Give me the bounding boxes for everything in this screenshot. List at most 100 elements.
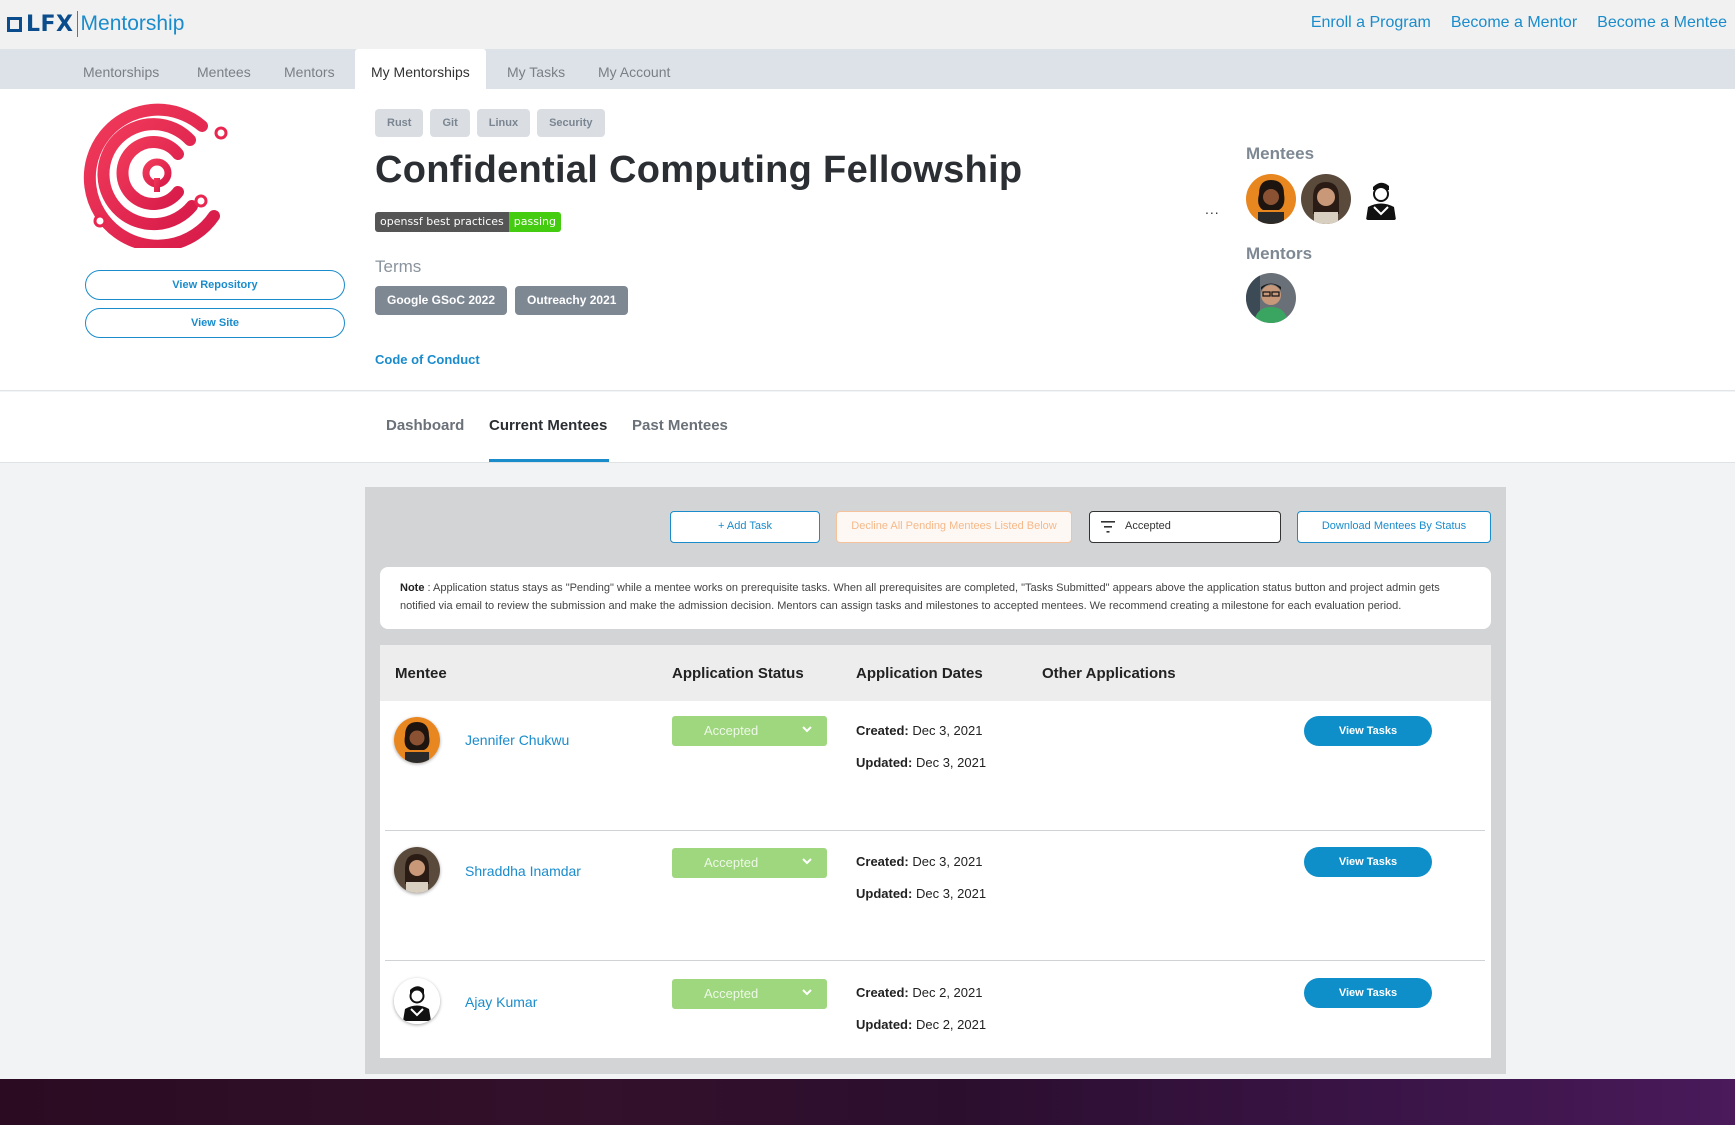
chevron-down-icon bbox=[802, 858, 812, 865]
updated-value: Dec 2, 2021 bbox=[915, 1017, 987, 1032]
avatar[interactable] bbox=[1356, 174, 1406, 224]
mentee-name-link[interactable]: Ajay Kumar bbox=[465, 994, 537, 1010]
created-value: Dec 3, 2021 bbox=[912, 723, 983, 738]
created-label: Created: bbox=[856, 854, 909, 869]
more-options-icon[interactable]: ... bbox=[1205, 201, 1220, 217]
status-value: Accepted bbox=[704, 986, 759, 1001]
badge-status: passing bbox=[508, 212, 561, 232]
decline-all-pending-button[interactable]: Decline All Pending Mentees Listed Below bbox=[836, 511, 1072, 543]
view-site-button[interactable]: View Site bbox=[85, 308, 345, 338]
tab-mentees[interactable]: Mentees bbox=[181, 49, 267, 89]
avatar[interactable] bbox=[1301, 174, 1351, 224]
lfx-logo: LFX bbox=[7, 12, 74, 37]
created-value: Dec 2, 2021 bbox=[912, 985, 983, 1000]
header-mentee: Mentee bbox=[395, 665, 447, 682]
application-status-note: Note : Application status stays as "Pend… bbox=[380, 567, 1491, 629]
add-task-button[interactable]: + Add Task bbox=[670, 511, 820, 543]
lfx-mentorship-logo[interactable]: LFX Mentorship bbox=[7, 11, 184, 37]
updated-label: Updated: bbox=[856, 755, 913, 770]
tag-linux: Linux bbox=[476, 109, 531, 137]
openssf-badge[interactable]: openssf best practices passing bbox=[375, 212, 561, 232]
view-tasks-button[interactable]: View Tasks bbox=[1304, 978, 1432, 1008]
mentees-table: Mentee Application Status Application Da… bbox=[380, 645, 1491, 1058]
created-label: Created: bbox=[856, 723, 909, 738]
application-status-dropdown[interactable]: Accepted bbox=[672, 716, 827, 746]
avatar[interactable] bbox=[394, 717, 440, 763]
updated-date: Updated: Dec 3, 2021 bbox=[856, 886, 986, 901]
main-nav: Mentorships Mentees Mentors My Mentorshi… bbox=[0, 49, 1735, 89]
filter-value: Accepted bbox=[1125, 520, 1171, 532]
project-subtabs: Dashboard Current Mentees Past Mentees bbox=[0, 392, 1735, 463]
created-date: Created: Dec 3, 2021 bbox=[856, 723, 982, 738]
logo-divider bbox=[76, 11, 78, 37]
tab-dashboard[interactable]: Dashboard bbox=[386, 417, 464, 434]
top-bar: LFX Mentorship Enroll a Program Become a… bbox=[0, 0, 1735, 49]
project-header: View Repository View Site Rust Git Linux… bbox=[0, 89, 1735, 391]
code-of-conduct-link[interactable]: Code of Conduct bbox=[375, 352, 480, 367]
download-mentees-button[interactable]: Download Mentees By Status bbox=[1297, 511, 1491, 543]
tab-mentors[interactable]: Mentors bbox=[268, 49, 351, 89]
mentees-heading: Mentees bbox=[1246, 144, 1315, 163]
mentees-panel: + Add Task Decline All Pending Mentees L… bbox=[365, 487, 1506, 1074]
updated-date: Updated: Dec 2, 2021 bbox=[856, 1017, 986, 1032]
view-tasks-button[interactable]: View Tasks bbox=[1304, 847, 1432, 877]
updated-date: Updated: Dec 3, 2021 bbox=[856, 755, 986, 770]
avatar[interactable] bbox=[1246, 174, 1296, 224]
logo-product-name: Mentorship bbox=[80, 12, 185, 35]
application-status-dropdown[interactable]: Accepted bbox=[672, 848, 827, 878]
mentee-name-link[interactable]: Shraddha Inamdar bbox=[465, 863, 581, 879]
tab-my-account[interactable]: My Account bbox=[582, 49, 686, 89]
filter-icon bbox=[1101, 521, 1115, 533]
tab-my-mentorships[interactable]: My Mentorships bbox=[355, 49, 486, 89]
view-tasks-button[interactable]: View Tasks bbox=[1304, 716, 1432, 746]
become-mentor-link[interactable]: Become a Mentor bbox=[1451, 14, 1577, 32]
badge-label: openssf best practices bbox=[375, 212, 509, 232]
term-gsoc-2022[interactable]: Google GSoC 2022 bbox=[375, 286, 508, 315]
tab-current-mentees[interactable]: Current Mentees bbox=[489, 417, 607, 434]
status-value: Accepted bbox=[704, 723, 759, 738]
table-row: Jennifer Chukwu Accepted Created: Dec 3,… bbox=[380, 701, 1491, 831]
mentee-avatars bbox=[1246, 174, 1406, 224]
table-row: Ajay Kumar Accepted Created: Dec 2, 2021… bbox=[380, 961, 1491, 1091]
header-application-dates: Application Dates bbox=[856, 665, 983, 682]
tab-mentorships[interactable]: Mentorships bbox=[67, 49, 175, 89]
avatar[interactable] bbox=[394, 847, 440, 893]
created-value: Dec 3, 2021 bbox=[912, 854, 983, 869]
header-other-applications: Other Applications bbox=[1042, 665, 1176, 682]
page-footer bbox=[0, 1079, 1735, 1125]
enroll-program-link[interactable]: Enroll a Program bbox=[1311, 14, 1431, 32]
status-filter-select[interactable]: Accepted bbox=[1089, 511, 1281, 543]
updated-label: Updated: bbox=[856, 1017, 913, 1032]
status-value: Accepted bbox=[704, 855, 759, 870]
terms-list: Google GSoC 2022 Outreachy 2021 bbox=[375, 286, 629, 315]
tag-security: Security bbox=[537, 109, 605, 137]
terms-heading: Terms bbox=[375, 257, 422, 276]
tag-git: Git bbox=[430, 109, 470, 137]
project-title: Confidential Computing Fellowship bbox=[375, 149, 1023, 191]
header-application-status: Application Status bbox=[672, 665, 804, 682]
avatar[interactable] bbox=[394, 978, 440, 1024]
note-text: : Application status stays as "Pending" … bbox=[400, 582, 1440, 612]
note-label: Note bbox=[400, 582, 425, 594]
created-date: Created: Dec 3, 2021 bbox=[856, 854, 982, 869]
mentor-avatars bbox=[1246, 273, 1296, 323]
avatar[interactable] bbox=[1246, 273, 1296, 323]
mentors-heading: Mentors bbox=[1246, 244, 1313, 263]
mentee-name-link[interactable]: Jennifer Chukwu bbox=[465, 732, 569, 748]
chevron-down-icon bbox=[802, 726, 812, 733]
updated-value: Dec 3, 2021 bbox=[915, 886, 987, 901]
term-outreachy-2021[interactable]: Outreachy 2021 bbox=[515, 286, 629, 315]
application-status-dropdown[interactable]: Accepted bbox=[672, 979, 827, 1009]
updated-label: Updated: bbox=[856, 886, 913, 901]
tab-past-mentees[interactable]: Past Mentees bbox=[632, 417, 728, 434]
top-links: Enroll a Program Become a Mentor Become … bbox=[1311, 14, 1727, 32]
project-logo-icon bbox=[83, 103, 228, 248]
tab-my-tasks[interactable]: My Tasks bbox=[491, 49, 581, 89]
become-mentee-link[interactable]: Become a Mentee bbox=[1597, 14, 1727, 32]
skill-tags: Rust Git Linux Security bbox=[375, 109, 605, 137]
tag-rust: Rust bbox=[375, 109, 424, 137]
active-tab-indicator bbox=[489, 459, 609, 462]
table-header: Mentee Application Status Application Da… bbox=[380, 645, 1491, 701]
updated-value: Dec 3, 2021 bbox=[915, 755, 987, 770]
view-repository-button[interactable]: View Repository bbox=[85, 270, 345, 300]
